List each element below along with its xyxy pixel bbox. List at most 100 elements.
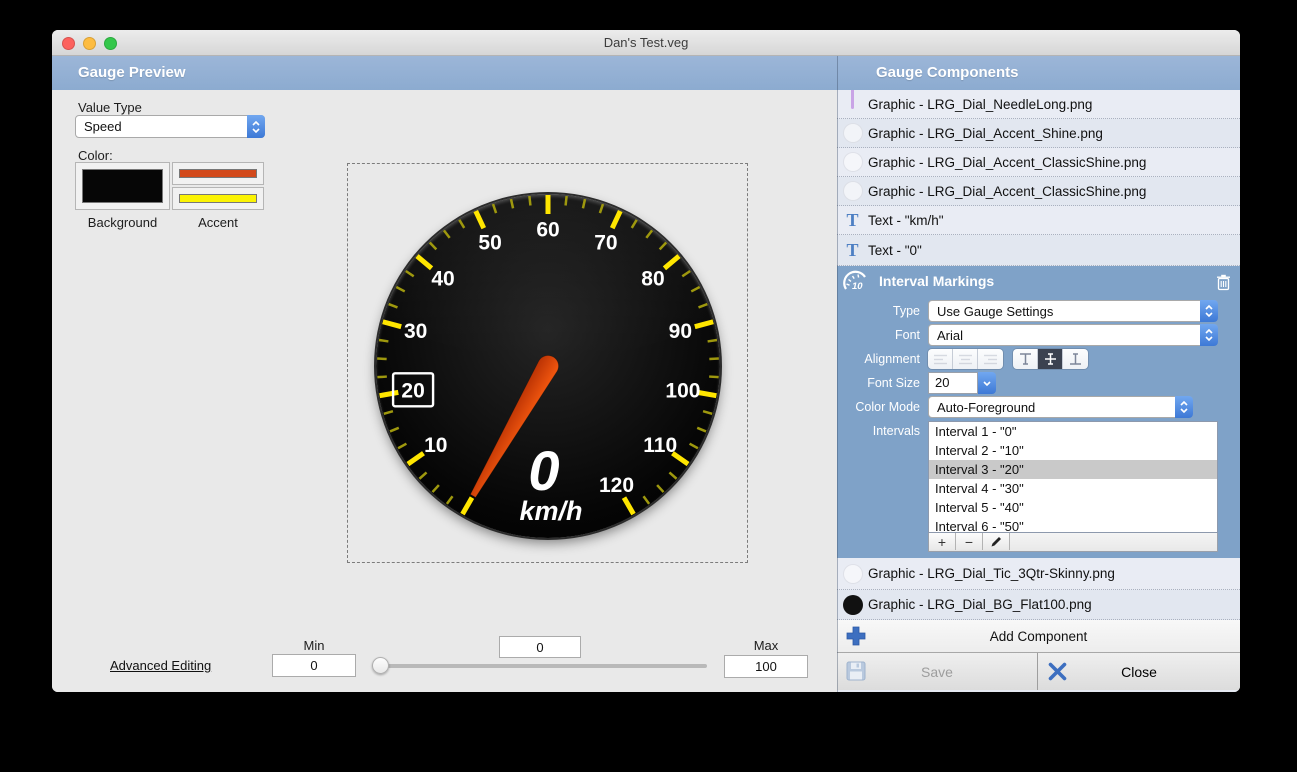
svg-text:10: 10 bbox=[424, 434, 447, 457]
add-component-label: Add Component bbox=[837, 629, 1240, 644]
font-label: Font bbox=[837, 328, 920, 342]
svg-text:80: 80 bbox=[641, 267, 664, 290]
interval-markings-section[interactable]: 10 Interval Markings Ty bbox=[837, 266, 1240, 558]
intervals-list[interactable]: Interval 1 - "0" Interval 2 - "10" Inter… bbox=[928, 421, 1218, 533]
intervals-toolbar: + − bbox=[928, 533, 1218, 552]
chevron-updown-icon bbox=[1200, 324, 1218, 346]
font-select[interactable]: Arial bbox=[928, 324, 1218, 346]
align-top-button[interactable] bbox=[1013, 349, 1038, 369]
svg-text:10: 10 bbox=[852, 281, 863, 292]
font-size-combo[interactable]: 20 bbox=[928, 372, 996, 394]
align-right-button[interactable] bbox=[978, 349, 1003, 369]
trash-icon bbox=[1216, 274, 1231, 291]
value-slider-track[interactable] bbox=[372, 664, 707, 668]
accent-bottom-color-value bbox=[179, 194, 257, 203]
intervals-label: Intervals bbox=[837, 424, 920, 438]
svg-text:100: 100 bbox=[665, 379, 700, 402]
app-window: Dan's Test.veg Gauge Preview Gauge Compo… bbox=[52, 30, 1240, 692]
value-type-value: Speed bbox=[76, 119, 247, 134]
svg-text:20: 20 bbox=[401, 379, 424, 402]
interval-item-5[interactable]: Interval 5 - "40" bbox=[929, 498, 1217, 517]
component-label: Graphic - LRG_Dial_Tic_3Qtr-Skinny.png bbox=[868, 566, 1115, 581]
alignment-label: Alignment bbox=[837, 352, 920, 366]
background-color-swatch[interactable] bbox=[75, 162, 170, 210]
gauge-components-header: Gauge Components bbox=[837, 56, 1240, 90]
component-label: Graphic - LRG_Dial_Accent_ClassicShine.p… bbox=[868, 155, 1146, 170]
close-x-icon bbox=[1047, 661, 1068, 682]
value-type-select[interactable]: Speed bbox=[75, 115, 265, 138]
min-input[interactable] bbox=[272, 654, 356, 677]
accent-top-color-value bbox=[179, 169, 257, 178]
value-type-label: Value Type bbox=[78, 100, 142, 115]
font-size-value: 20 bbox=[928, 372, 978, 394]
component-label: Text - "0" bbox=[868, 243, 922, 258]
toolbar-spacer bbox=[1010, 533, 1217, 551]
advanced-editing-link[interactable]: Advanced Editing bbox=[110, 658, 211, 673]
max-input[interactable] bbox=[724, 655, 808, 678]
component-row-bg-flat100[interactable]: Graphic - LRG_Dial_BG_Flat100.png bbox=[837, 590, 1240, 620]
interval-item-6[interactable]: Interval 6 - "50" bbox=[929, 517, 1217, 533]
interval-item-2[interactable]: Interval 2 - "10" bbox=[929, 441, 1217, 460]
title-bar: Dan's Test.veg bbox=[52, 30, 1240, 56]
shine-graphic-icon bbox=[843, 181, 863, 201]
black-circle-icon bbox=[843, 595, 863, 615]
current-value-input[interactable] bbox=[499, 636, 581, 658]
delete-component-button[interactable] bbox=[1212, 271, 1234, 293]
shine-graphic-icon bbox=[843, 152, 863, 172]
needle-graphic-icon bbox=[851, 90, 854, 109]
svg-text:60: 60 bbox=[536, 219, 559, 242]
chevron-down-icon[interactable] bbox=[978, 372, 996, 394]
interval-item-3[interactable]: Interval 3 - "20" bbox=[929, 460, 1217, 479]
type-select[interactable]: Use Gauge Settings bbox=[928, 300, 1218, 322]
align-middle-button[interactable] bbox=[1038, 349, 1063, 369]
accent-color-swatch-bottom[interactable] bbox=[172, 187, 264, 210]
background-color-value bbox=[82, 169, 163, 203]
accent-color-swatch-top[interactable] bbox=[172, 162, 264, 185]
align-left-button[interactable] bbox=[928, 349, 953, 369]
color-mode-value: Auto-Foreground bbox=[929, 400, 1175, 415]
text-icon: T bbox=[846, 241, 858, 259]
component-row-needlelong[interactable]: Graphic - LRG_Dial_NeedleLong.png bbox=[837, 90, 1240, 119]
vertical-alignment-group bbox=[1013, 349, 1088, 369]
color-label: Color: bbox=[78, 148, 113, 163]
component-label: Graphic - LRG_Dial_BG_Flat100.png bbox=[868, 597, 1092, 612]
component-row-classicshine-2[interactable]: Graphic - LRG_Dial_Accent_ClassicShine.p… bbox=[837, 177, 1240, 206]
pencil-icon bbox=[991, 536, 1002, 547]
svg-text:70: 70 bbox=[594, 231, 617, 254]
accent-swatch-label: Accent bbox=[172, 215, 264, 230]
component-label: Graphic - LRG_Dial_Accent_ClassicShine.p… bbox=[868, 184, 1146, 199]
shine-graphic-icon bbox=[843, 564, 863, 584]
gauge-scale: 102030405060708090100110120 0 km/h bbox=[347, 163, 750, 565]
value-slider-thumb[interactable] bbox=[372, 657, 389, 674]
remove-interval-button[interactable]: − bbox=[956, 533, 983, 550]
component-row-tic-skinny[interactable]: Graphic - LRG_Dial_Tic_3Qtr-Skinny.png bbox=[837, 558, 1240, 590]
component-row-text-0[interactable]: T Text - "0" bbox=[837, 235, 1240, 266]
interval-item-4[interactable]: Interval 4 - "30" bbox=[929, 479, 1217, 498]
save-button[interactable]: Save bbox=[837, 653, 1038, 690]
component-row-classicshine-1[interactable]: Graphic - LRG_Dial_Accent_ClassicShine.p… bbox=[837, 148, 1240, 177]
align-center-button[interactable] bbox=[953, 349, 978, 369]
font-value: Arial bbox=[929, 328, 1200, 343]
save-floppy-icon bbox=[846, 661, 866, 681]
color-mode-label: Color Mode bbox=[837, 400, 920, 414]
component-row-accent-shine[interactable]: Graphic - LRG_Dial_Accent_Shine.png bbox=[837, 119, 1240, 148]
component-row-text-kmh[interactable]: T Text - "km/h" bbox=[837, 206, 1240, 235]
min-label: Min bbox=[272, 638, 356, 653]
gauge-value-text: 0 bbox=[528, 439, 559, 502]
align-bottom-button[interactable] bbox=[1063, 349, 1088, 369]
plus-icon bbox=[845, 625, 867, 647]
section-headers: Gauge Preview Gauge Components bbox=[52, 56, 1240, 90]
chevron-updown-icon bbox=[1200, 300, 1218, 322]
svg-text:30: 30 bbox=[404, 320, 427, 343]
interval-item-1[interactable]: Interval 1 - "0" bbox=[929, 422, 1217, 441]
gauge-preview-panel: Value Type Speed Color: Background Accen… bbox=[52, 90, 837, 692]
add-component-button[interactable]: Add Component bbox=[837, 620, 1240, 653]
gauge-unit-text: km/h bbox=[519, 496, 582, 526]
close-button[interactable]: Close bbox=[1038, 653, 1240, 690]
add-interval-button[interactable]: + bbox=[929, 533, 956, 550]
edit-interval-button[interactable] bbox=[983, 533, 1010, 550]
panel-divider bbox=[837, 56, 838, 692]
component-label: Text - "km/h" bbox=[868, 213, 944, 228]
chevron-updown-icon bbox=[247, 115, 265, 138]
color-mode-select[interactable]: Auto-Foreground bbox=[928, 396, 1193, 418]
